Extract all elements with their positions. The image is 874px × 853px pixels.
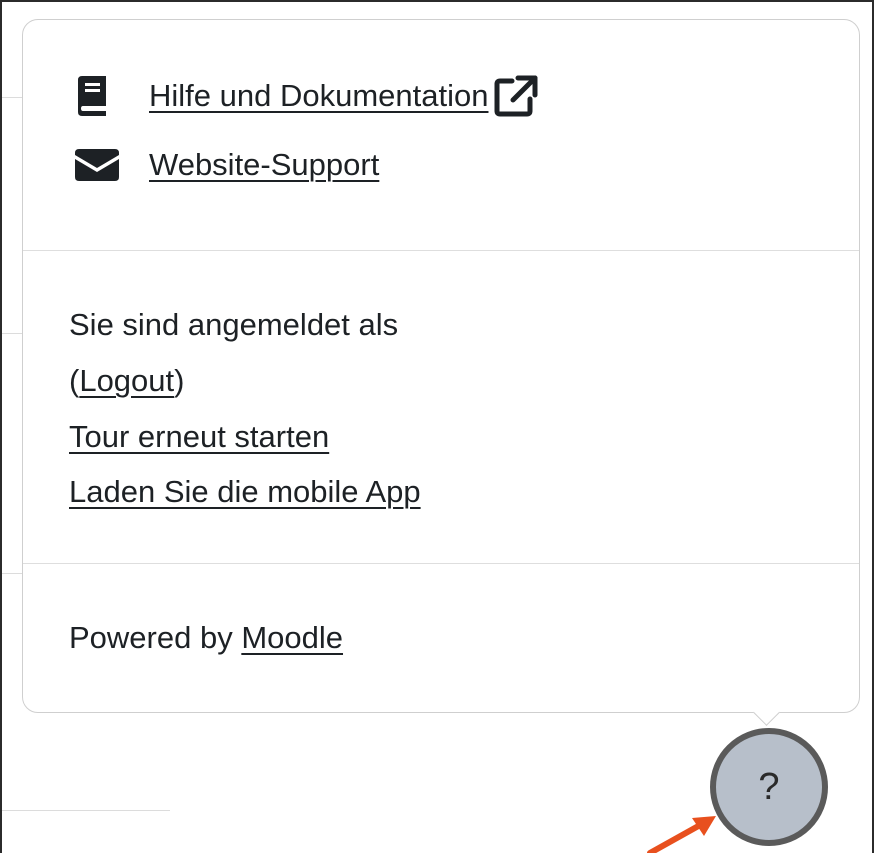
logged-in-as-text: Sie sind angemeldet als (69, 307, 399, 342)
background-line (2, 333, 22, 334)
logout-line: (Logout) (69, 363, 184, 399)
powered-by-text: Powered by (69, 620, 242, 655)
logout-paren-close: ) (174, 363, 185, 398)
help-docs-link[interactable]: Hilfe und Dokumentation (149, 78, 488, 114)
section-divider (23, 563, 859, 564)
envelope-icon (75, 145, 123, 185)
mobile-app-line: Laden Sie die mobile App (69, 474, 421, 510)
site-support-link[interactable]: Website-Support (149, 147, 379, 183)
logout-link[interactable]: Logout (79, 363, 174, 398)
mobile-app-link[interactable]: Laden Sie die mobile App (69, 474, 421, 509)
book-icon (75, 76, 123, 116)
help-docs-row: Hilfe und Dokumentation (75, 75, 538, 117)
help-popover: Hilfe und Dokumentation Website-Support … (22, 19, 860, 713)
background-line (2, 573, 22, 574)
site-support-row: Website-Support (75, 145, 379, 185)
restart-tour-link[interactable]: Tour erneut starten (69, 419, 329, 454)
logout-paren-open: ( (69, 363, 80, 398)
background-line (2, 810, 170, 811)
external-link-icon (494, 75, 538, 117)
moodle-link[interactable]: Moodle (241, 620, 343, 655)
arrow-pointer-icon (647, 816, 716, 853)
background-line (2, 97, 22, 98)
restart-tour-line: Tour erneut starten (69, 419, 329, 455)
section-divider (23, 250, 859, 251)
help-button[interactable]: ? (710, 728, 828, 846)
powered-by-line: Powered by Moodle (69, 620, 343, 656)
